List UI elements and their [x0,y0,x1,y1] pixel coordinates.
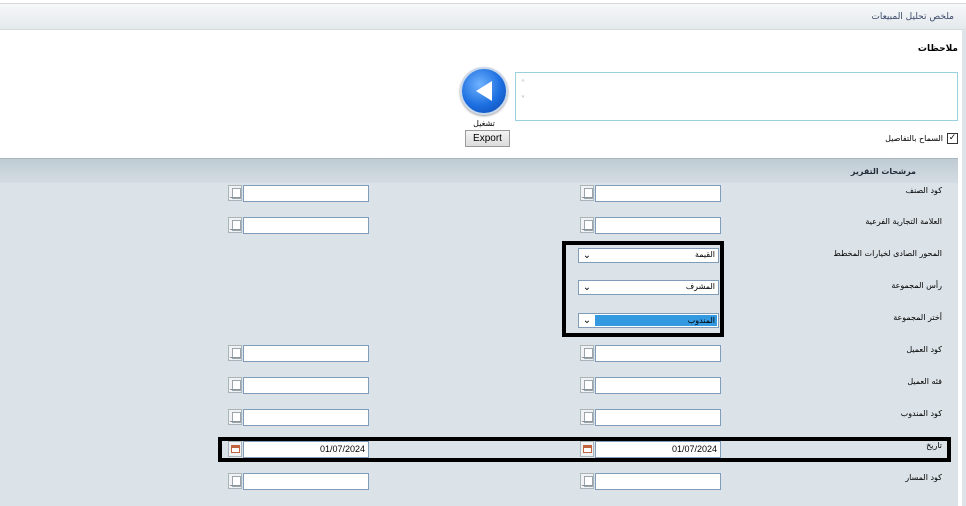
group-head-select[interactable]: ⌄ المشرف [578,280,719,295]
sub-brand-to-input[interactable] [595,217,721,234]
item-code-to-input[interactable] [595,185,721,202]
route-code-from-input[interactable] [243,473,369,490]
sub-brand-to-lookup-icon[interactable] [580,217,594,233]
chart-axis-value: القيمة [694,250,715,259]
customer-category-label: فئه العميل [907,377,942,386]
rep-code-label: كود المندوب [900,409,942,418]
route-code-from-lookup-icon[interactable] [228,473,242,489]
group-by-label: أختر المجموعة [893,313,942,322]
notes-label: ملاحظات [917,44,958,54]
date-from-calendar-icon[interactable] [228,441,242,457]
rep-code-to-input[interactable] [595,409,721,426]
play-back-icon [476,81,492,101]
notes-scroll-arrows[interactable]: ˄ ˅ [517,77,529,117]
customer-category-from-input[interactable] [243,377,369,394]
allow-details-option[interactable]: السماح بالتفاصيل ✓ [885,133,958,144]
filters-title: مرشحات التقرير [850,167,916,176]
customer-category-to-input[interactable] [595,377,721,394]
rep-code-from-input[interactable] [243,409,369,426]
route-code-to-lookup-icon[interactable] [580,473,594,489]
customer-code-from-input[interactable] [243,345,369,362]
item-code-to-lookup-icon[interactable] [580,185,594,201]
page-title: ملخص تحليل المبيعات [871,12,954,22]
customer-code-from-lookup-icon[interactable] [228,345,242,361]
date-from-input[interactable]: 01/07/2024 [243,441,369,458]
run-button[interactable] [460,67,508,115]
customer-code-label: كود العميل [906,345,942,354]
customer-category-to-lookup-icon[interactable] [580,377,594,393]
chevron-down-icon: ⌄ [582,282,592,293]
sub-brand-label: العلامة التجارية الفرعية [865,217,942,226]
chart-axis-select[interactable]: ⌄ القيمة [578,248,719,263]
date-to-input[interactable]: 01/07/2024 [595,441,721,458]
notes-textarea[interactable]: ˄ ˅ [515,72,958,121]
item-code-from-input[interactable] [243,185,369,202]
export-button[interactable]: Export [465,130,510,147]
route-code-to-input[interactable] [595,473,721,490]
customer-category-from-lookup-icon[interactable] [228,377,242,393]
page-edge [962,28,966,506]
chart-axis-label: المحور الصادى لخيارات المخطط [833,249,942,258]
date-to-calendar-icon[interactable] [580,441,594,457]
sub-brand-from-lookup-icon[interactable] [228,217,242,233]
filters-header: مرشحات التقرير [0,158,958,183]
report-filters-panel: مرشحات التقرير كود الصنف العلامة التجاري… [0,158,958,506]
customer-code-to-lookup-icon[interactable] [580,345,594,361]
chevron-down-icon: ⌄ [582,250,592,261]
item-code-from-lookup-icon[interactable] [228,185,242,201]
chevron-down-icon: ⌄ [582,315,592,326]
group-by-value: المندوب [595,315,717,326]
group-head-label: رأس المجموعة [891,281,942,290]
allow-details-checkbox[interactable]: ✓ [947,133,958,144]
group-head-value: المشرف [685,282,715,291]
rep-code-from-lookup-icon[interactable] [228,409,242,425]
route-code-label: كود المسار [905,473,942,482]
item-code-label: كود الصنف [905,186,942,195]
title-bar: ملخص تحليل المبيعات [0,3,966,30]
run-label: تشغيل [473,119,495,128]
group-by-select[interactable]: ⌄ المندوب [578,313,719,328]
customer-code-to-input[interactable] [595,345,721,362]
sub-brand-from-input[interactable] [243,217,369,234]
rep-code-to-lookup-icon[interactable] [580,409,594,425]
date-label: تاريخ [926,441,942,450]
allow-details-label: السماح بالتفاصيل [885,134,943,143]
